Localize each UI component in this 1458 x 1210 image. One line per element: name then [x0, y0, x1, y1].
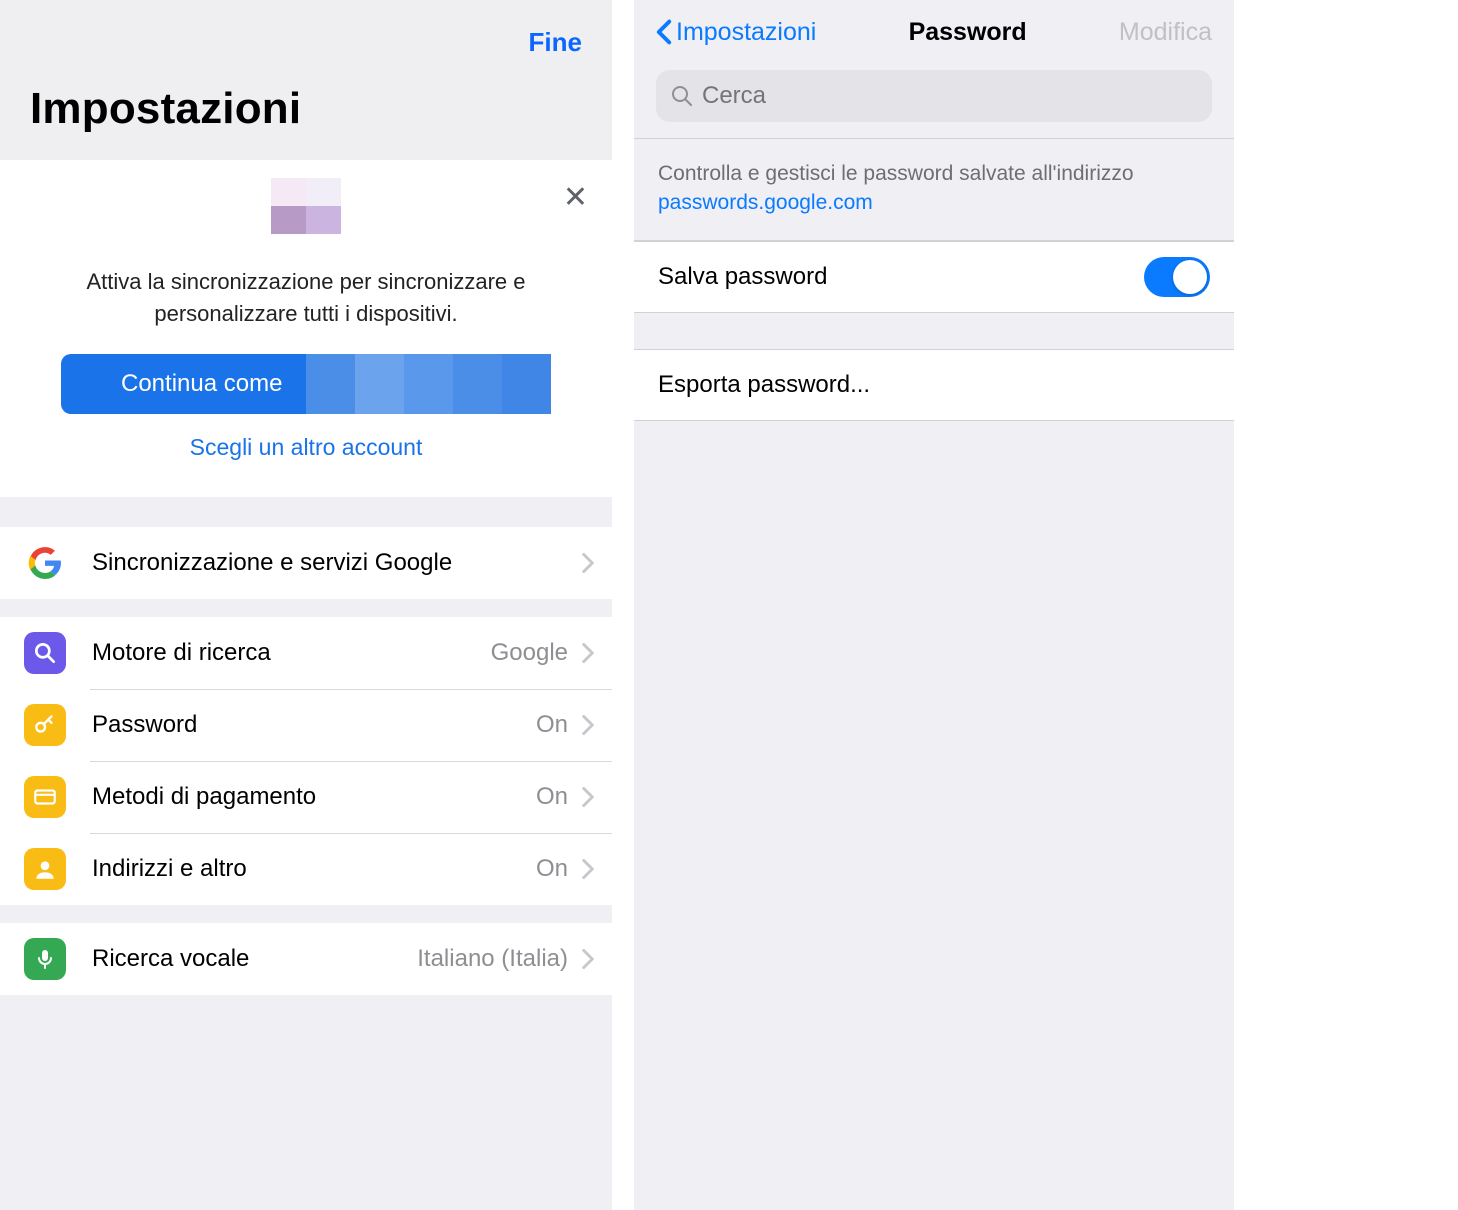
done-button[interactable]: Fine	[529, 27, 582, 58]
sync-description: Attiva la sincronizzazione per sincroniz…	[60, 266, 552, 330]
row-label: Sincronizzazione e servizi Google	[92, 549, 582, 577]
row-payments[interactable]: Metodi di pagamento On	[0, 761, 612, 833]
sync-promo-card: ✕ Attiva la sincronizzazione per sincron…	[0, 160, 612, 497]
chevron-left-icon	[656, 19, 672, 45]
info-block: Controlla e gestisci le password salvate…	[634, 138, 1234, 241]
key-icon	[24, 704, 66, 746]
settings-pane: Fine Impostazioni ✕ Attiva la sincronizz…	[0, 0, 612, 1210]
save-password-toggle[interactable]	[1144, 257, 1210, 297]
microphone-icon	[24, 938, 66, 980]
search-bar[interactable]	[656, 70, 1212, 122]
search-engine-icon	[24, 632, 66, 674]
close-icon[interactable]: ✕	[563, 180, 588, 215]
redacted-name	[306, 354, 551, 414]
row-export-password[interactable]: Esporta password...	[634, 349, 1234, 421]
chevron-right-icon	[582, 553, 594, 573]
row-label: Salva password	[658, 263, 827, 291]
continue-as-button[interactable]: Continua come	[61, 354, 551, 414]
search-input[interactable]	[702, 82, 1198, 110]
choose-account-link[interactable]: Scegli un altro account	[190, 434, 423, 461]
row-search-engine[interactable]: Motore di ricerca Google	[0, 617, 612, 689]
chevron-right-icon	[582, 949, 594, 969]
password-nav: Impostazioni Password Modifica	[634, 0, 1234, 64]
back-label: Impostazioni	[676, 18, 816, 47]
google-icon	[24, 542, 66, 584]
passwords-google-link[interactable]: passwords.google.com	[658, 191, 873, 214]
row-label: Password	[92, 711, 536, 739]
settings-topbar: Fine	[0, 0, 612, 64]
continue-label: Continua come	[121, 370, 282, 398]
row-value: On	[536, 855, 568, 883]
chevron-right-icon	[582, 787, 594, 807]
search-icon	[670, 84, 694, 108]
page-title: Impostazioni	[30, 84, 582, 134]
row-voice-search[interactable]: Ricerca vocale Italiano (Italia)	[0, 923, 612, 995]
row-sync-services[interactable]: Sincronizzazione e servizi Google	[0, 527, 612, 599]
chevron-right-icon	[582, 715, 594, 735]
search-wrap	[634, 64, 1234, 138]
contact-icon	[24, 848, 66, 890]
row-label: Motore di ricerca	[92, 639, 491, 667]
row-password[interactable]: Password On	[0, 689, 612, 761]
row-addresses[interactable]: Indirizzi e altro On	[0, 833, 612, 905]
nav-title: Password	[909, 18, 1027, 47]
edit-button[interactable]: Modifica	[1119, 18, 1212, 47]
row-value: Italiano (Italia)	[417, 945, 568, 973]
password-pane: Impostazioni Password Modifica Controlla…	[634, 0, 1234, 1210]
row-label: Esporta password...	[658, 371, 870, 399]
toggle-knob	[1173, 260, 1207, 294]
row-label: Indirizzi e altro	[92, 855, 536, 883]
row-value: On	[536, 783, 568, 811]
row-value: Google	[491, 639, 568, 667]
avatar-placeholder	[271, 178, 341, 248]
row-label: Ricerca vocale	[92, 945, 417, 973]
card-icon	[24, 776, 66, 818]
row-save-password[interactable]: Salva password	[634, 241, 1234, 313]
row-label: Metodi di pagamento	[92, 783, 536, 811]
title-wrap: Impostazioni	[0, 64, 612, 160]
chevron-right-icon	[582, 643, 594, 663]
row-value: On	[536, 711, 568, 739]
info-text: Controlla e gestisci le password salvate…	[658, 162, 1134, 185]
chevron-right-icon	[582, 859, 594, 879]
back-button[interactable]: Impostazioni	[656, 18, 816, 47]
